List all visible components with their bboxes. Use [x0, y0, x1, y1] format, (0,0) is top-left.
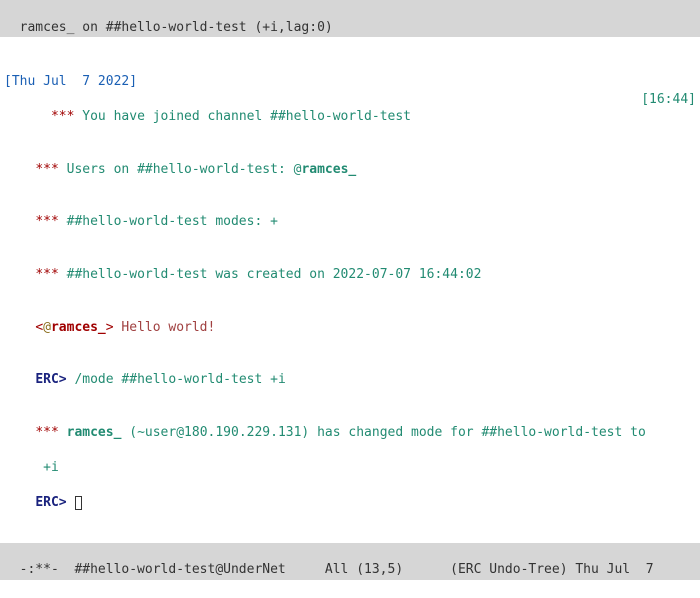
command-text: /mode ##hello-world-test +i: [74, 372, 285, 387]
date-stamp: [Thu Jul 7 2022]: [4, 73, 696, 91]
notice-prefix: ***: [51, 109, 82, 124]
erc-prompt: ERC>: [35, 495, 74, 510]
mode-change-notice: *** ramces_ (~user@180.190.229.131) has …: [4, 406, 696, 459]
msg-text: Hello world!: [114, 320, 216, 335]
msg-nick: ramces_: [51, 320, 106, 335]
erc-prompt: ERC>: [35, 372, 74, 387]
join-notice: *** You have joined channel ##hello-worl…: [4, 91, 696, 144]
users-notice: *** Users on ##hello-world-test: @ramces…: [4, 143, 696, 196]
join-text: You have joined channel ##hello-world-te…: [82, 109, 411, 124]
modes-text: ##hello-world-test modes: +: [67, 214, 278, 229]
blank-line: [4, 39, 696, 56]
text-cursor: [75, 496, 82, 510]
chat-message: <@ramces_> Hello world!: [4, 301, 696, 354]
notice-prefix: ***: [35, 162, 66, 177]
created-notice: *** ##hello-world-test was created on 20…: [4, 249, 696, 302]
header-line: ramces_ on ##hello-world-test (+i,lag:0): [0, 0, 700, 37]
prompt-line[interactable]: ERC>: [4, 477, 696, 530]
msg-bracket-open: <: [35, 320, 43, 335]
created-text: ##hello-world-test was created on 2022-0…: [67, 267, 482, 282]
minibuffer[interactable]: [0, 580, 700, 598]
header-text: ramces_ on ##hello-world-test (+i,lag:0): [20, 20, 333, 35]
notice-prefix: ***: [35, 267, 66, 282]
modes-notice: *** ##hello-world-test modes: +: [4, 196, 696, 249]
mode-change-continuation: +i: [4, 459, 696, 477]
mode-line: -:**- ##hello-world-test@UnderNet All (1…: [0, 543, 700, 580]
notice-prefix: ***: [35, 214, 66, 229]
msg-op-prefix: @: [43, 320, 51, 335]
command-line: ERC> /mode ##hello-world-test +i: [4, 354, 696, 407]
notice-prefix: ***: [35, 425, 66, 440]
users-text: Users on ##hello-world-test: @: [67, 162, 302, 177]
blank-line: [4, 56, 696, 73]
msg-bracket-close: >: [106, 320, 114, 335]
mode-change-nick: ramces_: [67, 425, 122, 440]
mode-line-text: -:**- ##hello-world-test@UnderNet All (1…: [20, 562, 654, 577]
users-nick: ramces_: [301, 162, 356, 177]
mode-change-tail: (~user@180.190.229.131) has changed mode…: [121, 425, 645, 440]
erc-buffer[interactable]: [Thu Jul 7 2022] *** You have joined cha…: [0, 37, 700, 543]
timestamp: [16:44]: [641, 91, 696, 144]
